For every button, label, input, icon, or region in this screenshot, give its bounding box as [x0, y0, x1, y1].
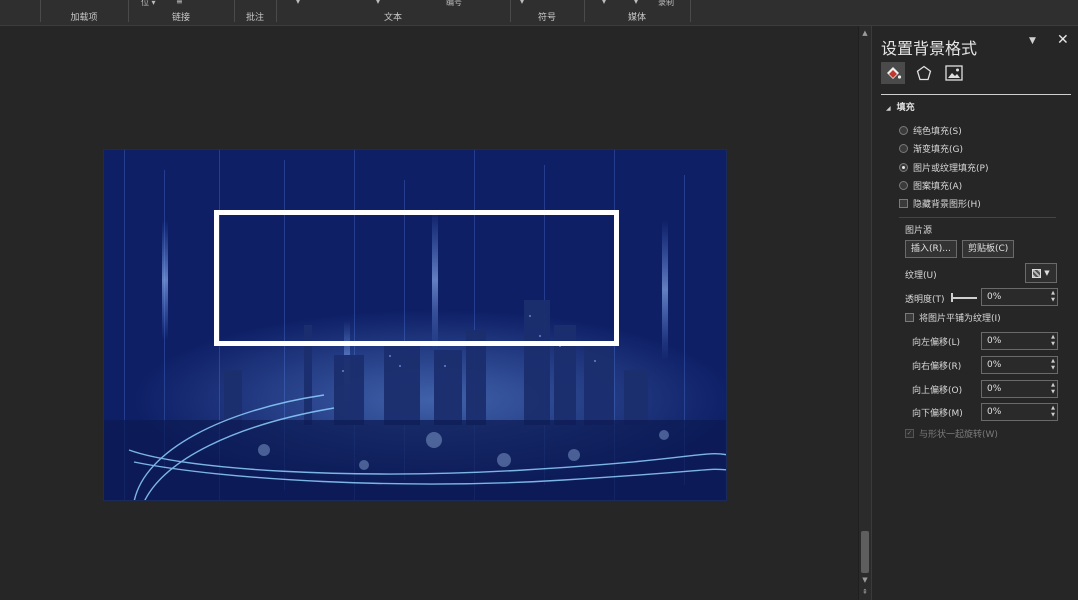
offset-right-label: 向右偏移(R) — [912, 362, 962, 372]
checkbox-label: 与形状一起旋转(W) — [919, 429, 998, 440]
scroll-down-icon[interactable]: ▼ — [859, 575, 871, 586]
radio-solid-fill[interactable]: 纯色填充(S) — [899, 123, 962, 137]
pane-title: 设置背景格式 — [881, 39, 978, 58]
ribbon-group-media[interactable]: ▾ ▾ 录制 媒体 — [584, 0, 690, 26]
radio-picture-fill[interactable]: 图片或纹理填充(P) — [899, 160, 988, 174]
ribbon-group-comments[interactable]: 批注 — [234, 0, 276, 26]
picture-source-label: 图片源 — [905, 226, 933, 236]
pentagon-icon — [916, 65, 932, 81]
chevron-down-icon: ▾ — [376, 0, 381, 6]
link-icon: ≡ — [176, 0, 183, 6]
ribbon-group-title: 加载项 — [70, 13, 98, 23]
divider — [899, 217, 1056, 218]
radio-label: 渐变填充(G) — [913, 144, 963, 155]
transparency-input[interactable]: 0% ▲ ▼ — [981, 288, 1058, 306]
ribbon-group-title: 批注 — [245, 13, 264, 23]
spin-arrows-icon[interactable]: ▲ ▼ — [1051, 405, 1055, 419]
checkbox-box[interactable] — [905, 312, 914, 322]
chevron-down-icon: ▾ — [634, 0, 639, 6]
section-fill-header[interactable]: ◢ 填充 — [886, 100, 915, 113]
insert-button[interactable]: 插入(R)... — [905, 240, 957, 258]
ribbon-group-title: 媒体 — [627, 13, 646, 23]
tab-effects[interactable] — [912, 62, 936, 84]
transparency-label: 透明度(T) — [905, 295, 945, 305]
ribbon-group-top-label: 录制 — [658, 0, 674, 7]
tab-fill[interactable] — [881, 62, 905, 84]
ribbon-group-symbols[interactable]: ▾ 符号 — [510, 0, 584, 26]
radio-circle[interactable] — [899, 180, 908, 190]
slide[interactable] — [103, 149, 727, 501]
checkbox-label: 将图片平铺为纹理(I) — [919, 313, 1001, 324]
scroll-top-icon[interactable]: ⇞ — [859, 587, 871, 598]
spin-value: 0% — [987, 336, 1002, 346]
spin-arrows-icon[interactable]: ▲ ▼ — [1051, 382, 1055, 396]
radio-label: 图片或纹理填充(P) — [913, 163, 989, 174]
clipboard-button[interactable]: 剪贴板(C) — [962, 240, 1015, 258]
checkbox-label: 隐藏背景图形(H) — [913, 199, 981, 210]
spin-value: 0% — [987, 407, 1002, 417]
scroll-up-icon[interactable]: ▲ — [859, 28, 871, 39]
offset-right-input[interactable]: 0% ▲ ▼ — [981, 356, 1058, 374]
spin-value: 0% — [987, 292, 1002, 302]
spin-arrows-icon[interactable]: ▲ ▼ — [1051, 358, 1055, 372]
texture-label: 纹理(U) — [905, 271, 937, 281]
radio-circle[interactable] — [899, 125, 908, 135]
fill-icon — [887, 67, 902, 79]
chevron-down-icon: ▼ — [1044, 269, 1050, 277]
offset-left-label: 向左偏移(L) — [912, 338, 961, 348]
ribbon-group-links[interactable]: 位 ▾ ≡ 链接 — [128, 0, 234, 26]
spin-value: 0% — [987, 384, 1002, 394]
vertical-scrollbar[interactable]: ▲ ▼ ⇞ — [858, 26, 871, 600]
ribbon-group-title: 链接 — [171, 13, 190, 23]
offset-bottom-input[interactable]: 0% ▲ ▼ — [981, 403, 1058, 421]
checkbox-box[interactable] — [899, 198, 908, 208]
offset-bottom-label: 向下偏移(M) — [912, 409, 963, 419]
pane-options-dropdown[interactable]: ▼ — [1029, 36, 1036, 46]
ribbon: 加载项 位 ▾ ≡ 链接 批注 ▾ ▾ 编号 文本 ▾ 符号 ▾ ▾ 录制 媒体 — [0, 0, 1078, 26]
checkbox-box-checked: ✓ — [905, 428, 914, 438]
spin-arrows-icon[interactable]: ▲ ▼ — [1051, 334, 1055, 348]
ribbon-group-title: 文本 — [383, 13, 402, 23]
spin-value: 0% — [987, 360, 1002, 370]
radio-circle[interactable] — [899, 143, 908, 153]
radio-label: 纯色填充(S) — [913, 126, 962, 137]
collapse-triangle-icon: ◢ — [886, 105, 891, 112]
format-background-pane: 设置背景格式 ▼ ✕ ◢ 填充 纯色填充(S) 渐变填充(G) 图片或纹理填充(… — [871, 26, 1078, 600]
radio-gradient-fill[interactable]: 渐变填充(G) — [899, 141, 963, 155]
hide-background-checkbox[interactable]: 隐藏背景图形(H) — [899, 196, 981, 210]
ribbon-group-top-label: 编号 — [446, 0, 462, 7]
chevron-down-icon: ▾ — [296, 0, 301, 6]
offset-top-input[interactable]: 0% ▲ ▼ — [981, 380, 1058, 398]
spin-arrows-icon[interactable]: ▲ ▼ — [1051, 290, 1055, 304]
tab-underline — [881, 94, 1071, 95]
offset-top-label: 向上偏移(O) — [912, 386, 963, 396]
texture-dropdown[interactable]: ▼ — [1025, 263, 1057, 283]
ribbon-group-addins[interactable]: 加载项 — [40, 0, 128, 26]
tile-picture-checkbox[interactable]: 将图片平铺为纹理(I) — [905, 310, 1001, 324]
close-icon[interactable]: ✕ — [1057, 32, 1069, 48]
ribbon-group-title: 符号 — [537, 13, 556, 23]
white-rectangle-frame[interactable] — [214, 210, 619, 346]
chevron-down-icon: ▾ — [520, 0, 525, 6]
scroll-thumb[interactable] — [861, 531, 869, 573]
ribbon-group-text[interactable]: ▾ ▾ 编号 文本 — [276, 0, 510, 26]
slide-canvas[interactable] — [0, 26, 858, 600]
section-title: 填充 — [896, 103, 915, 113]
offset-left-input[interactable]: 0% ▲ ▼ — [981, 332, 1058, 350]
picture-icon — [945, 65, 963, 81]
texture-swatch-icon — [1032, 268, 1042, 278]
ribbon-separator — [690, 0, 691, 22]
radio-circle-selected[interactable] — [899, 162, 908, 172]
tab-picture[interactable] — [942, 62, 966, 84]
radio-label: 图案填充(A) — [913, 181, 963, 192]
radio-pattern-fill[interactable]: 图案填充(A) — [899, 178, 962, 192]
ribbon-group-top-label: 位 ▾ — [141, 0, 156, 7]
chevron-down-icon: ▾ — [602, 0, 607, 6]
transparency-slider[interactable] — [951, 293, 977, 302]
rotate-with-shape-checkbox: ✓ 与形状一起旋转(W) — [905, 426, 998, 440]
